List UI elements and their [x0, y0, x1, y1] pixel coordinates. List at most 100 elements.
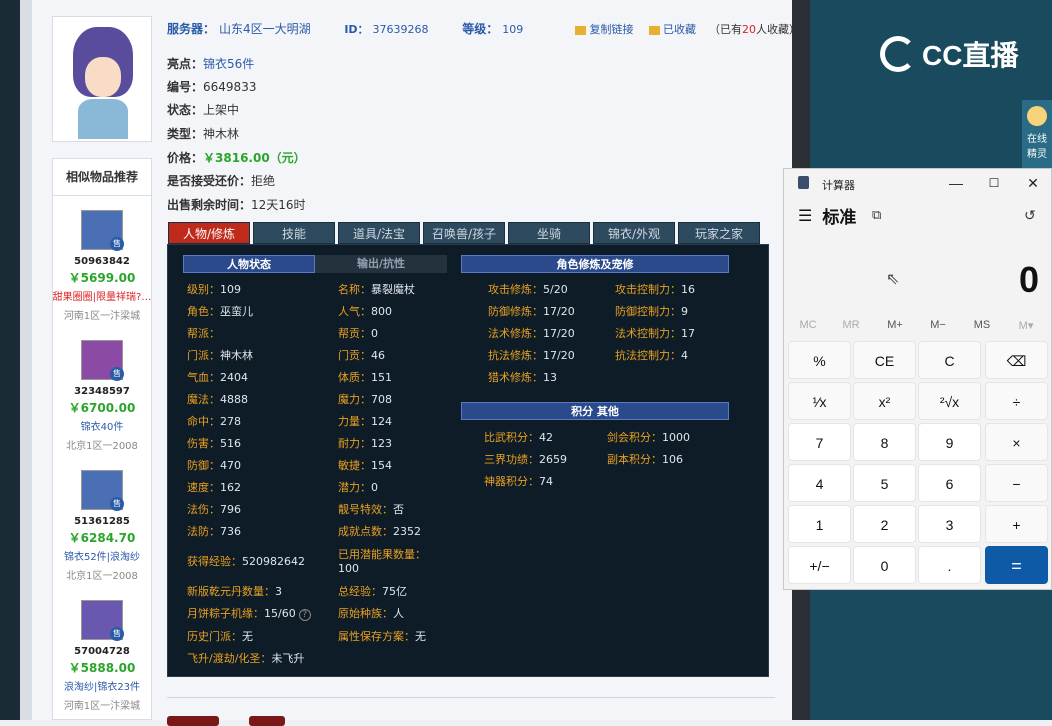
memory-button-2[interactable]: M+ [875, 319, 915, 331]
calc-key-5-3[interactable]: = [985, 546, 1048, 584]
calc-key-3-3[interactable]: − [985, 464, 1048, 502]
tab-2[interactable]: 道具/法宝 [338, 222, 420, 244]
calculator-titlebar[interactable]: 计算器 — ☐ ✕ [784, 169, 1051, 197]
help-icon[interactable]: ? [298, 609, 311, 621]
buy-button[interactable] [167, 716, 219, 726]
similar-item-desc[interactable]: 甜果圈圈|限量祥瑞?… [52, 288, 152, 303]
menu-icon[interactable]: ☰ [798, 206, 812, 226]
serial-line: 编号：6649833 [167, 78, 256, 95]
similar-item-thumbnail[interactable]: 售 [81, 470, 124, 511]
points-stat: 比武积分：42 [484, 431, 553, 444]
similar-item-thumbnail[interactable]: 售 [81, 340, 124, 381]
similar-item[interactable]: 售 32348597 ￥6700.00 锦衣40件 北京1区一2008 [52, 340, 152, 452]
calc-key-4-1[interactable]: 2 [853, 505, 916, 543]
highlight-value[interactable]: 锦衣56件 [203, 57, 254, 71]
memory-button-4[interactable]: MS [962, 319, 1002, 331]
sale-badge-icon: 售 [110, 367, 124, 381]
calc-key-2-0[interactable]: 7 [788, 423, 851, 461]
calc-key-5-0[interactable]: +/− [788, 546, 851, 584]
sale-badge-icon: 售 [110, 627, 124, 641]
level-value: 109 [502, 23, 524, 36]
similar-item-area: 北京1区一2008 [66, 441, 138, 452]
calc-key-1-2[interactable]: ²√x [918, 382, 981, 420]
points-stat: 神器积分：74 [484, 475, 553, 488]
copy-link-button[interactable]: 复制链接 [590, 23, 634, 36]
calc-key-1-1[interactable]: x² [853, 382, 916, 420]
similar-item[interactable]: 售 57004728 ￥5888.00 浪淘纱|锦衣23件 河南1区一汴梁城 [52, 600, 152, 712]
similar-item-desc[interactable]: 浪淘纱|锦衣23件 [52, 678, 152, 693]
tab-4[interactable]: 坐骑 [508, 222, 590, 244]
exp-stat: 获得经验：520982642 [187, 555, 305, 568]
status-section-header[interactable]: 人物状态 [183, 255, 315, 273]
memory-button-5[interactable]: M▾ [1006, 319, 1046, 332]
similar-item-thumbnail[interactable]: 售 [81, 600, 124, 641]
used-potential-stat: 已用潜能果数量： 100 [338, 548, 426, 575]
calculator-app-icon [798, 176, 809, 189]
similar-item[interactable]: 售 51361285 ￥6284.70 锦衣52件|浪淘纱 北京1区一2008 [52, 470, 152, 582]
calc-key-3-2[interactable]: 6 [918, 464, 981, 502]
calc-key-4-2[interactable]: 3 [918, 505, 981, 543]
helper-avatar-icon [1027, 106, 1047, 126]
online-helper-button[interactable]: 在线 精灵 [1022, 100, 1052, 170]
price-label: 价格： [167, 151, 204, 165]
fav-count: 20 [742, 23, 756, 36]
attribute-stat: 名称：暴裂魔杖 [338, 283, 415, 296]
cultivation-stat: 法术修炼：17/20 [488, 327, 575, 340]
similar-item-thumbnail[interactable]: 售 [81, 210, 124, 251]
tab-0[interactable]: 人物/修炼 [168, 222, 250, 244]
cultivation-stat: 猎术修炼：13 [488, 371, 557, 384]
price-line: 价格：￥3816.00（元） [167, 149, 306, 166]
calc-key-3-1[interactable]: 5 [853, 464, 916, 502]
server-label: 服务器： [167, 22, 216, 36]
status-value: 上架中 [203, 103, 240, 117]
attribute-stat: 人气：800 [338, 305, 392, 318]
calc-key-0-1[interactable]: CE [853, 341, 916, 379]
level-label: 等级： [462, 22, 499, 36]
similar-item[interactable]: 售 50963842 ￥5699.00 甜果圈圈|限量祥瑞?… 河南1区一汴梁城 [52, 210, 152, 322]
id-label: ID： [344, 23, 369, 36]
cultivation-stat: 防御修炼：17/20 [488, 305, 575, 318]
calc-key-0-0[interactable]: % [788, 341, 851, 379]
close-button[interactable]: ✕ [1021, 173, 1045, 193]
fav-count-suffix: 人收藏） [756, 23, 800, 36]
serial-label: 编号： [167, 80, 204, 94]
tab-1[interactable]: 技能 [253, 222, 335, 244]
calc-key-2-3[interactable]: × [985, 423, 1048, 461]
calc-key-4-3[interactable]: + [985, 505, 1048, 543]
memory-button-0[interactable]: MC [788, 319, 828, 331]
similar-items-title: 相似物品推荐 [52, 158, 152, 196]
mode-label: 标准 [822, 208, 857, 227]
calc-key-2-1[interactable]: 8 [853, 423, 916, 461]
history-stat: 历史门派：无 [187, 630, 253, 643]
calc-key-0-3[interactable]: ⌫ [985, 341, 1048, 379]
tab-5[interactable]: 锦衣/外观 [593, 222, 675, 244]
id-value: 37639268 [372, 23, 429, 36]
status-stat: 角色：巫蛮儿 [187, 305, 253, 318]
similar-item-desc[interactable]: 锦衣52件|浪淘纱 [52, 548, 152, 563]
calc-key-0-2[interactable]: C [918, 341, 981, 379]
control-stat: 法术控制力：17 [615, 327, 695, 340]
favorite-button[interactable]: 已收藏 [663, 23, 696, 36]
status-stat: 门派：神木林 [187, 349, 253, 362]
similar-item-desc[interactable]: 锦衣40件 [52, 418, 152, 433]
calc-key-1-0[interactable]: ¹⁄x [788, 382, 851, 420]
cc-live-logo: CC直播 [880, 34, 1018, 74]
maximize-button[interactable]: ☐ [982, 173, 1006, 193]
calc-key-1-3[interactable]: ÷ [985, 382, 1048, 420]
calculator-mode: ☰ 标准 [798, 203, 856, 228]
calc-key-4-0[interactable]: 1 [788, 505, 851, 543]
keep-on-top-icon[interactable]: ⧉ [872, 207, 881, 223]
history-icon[interactable]: ↺ [1024, 207, 1036, 224]
tab-3[interactable]: 召唤兽/孩子 [423, 222, 505, 244]
tab-6[interactable]: 玩家之家 [678, 222, 760, 244]
calc-key-5-1[interactable]: 0 [853, 546, 916, 584]
secondary-button[interactable] [249, 716, 285, 726]
memory-button-1[interactable]: MR [831, 319, 871, 331]
output-section-header[interactable]: 输出/抗性 [315, 255, 447, 273]
calc-key-2-2[interactable]: 9 [918, 423, 981, 461]
memory-button-3[interactable]: M− [918, 319, 958, 331]
similar-item-price: ￥5699.00 [68, 271, 136, 285]
calc-key-3-0[interactable]: 4 [788, 464, 851, 502]
minimize-button[interactable]: — [944, 173, 968, 193]
calc-key-5-2[interactable]: . [918, 546, 981, 584]
